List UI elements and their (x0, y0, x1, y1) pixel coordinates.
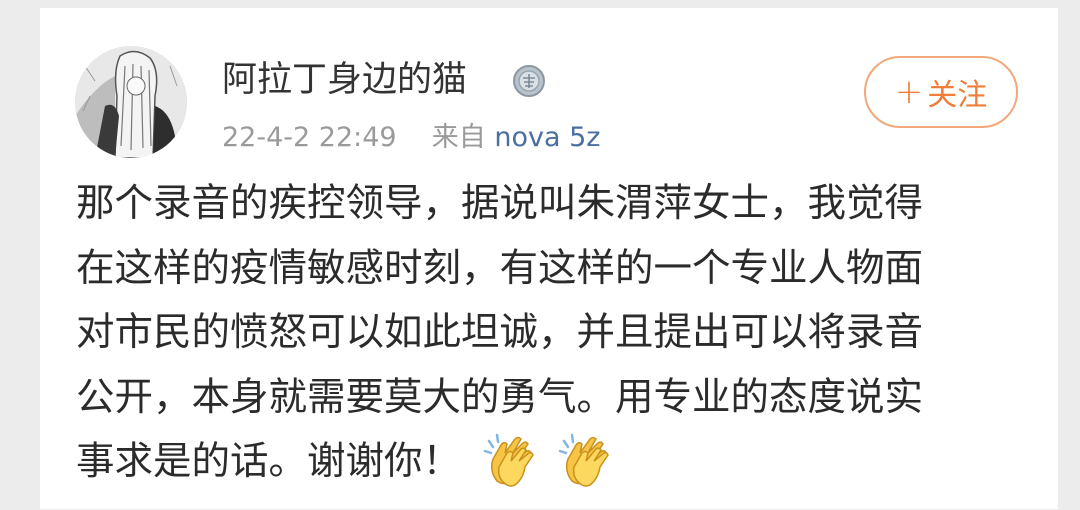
clapping-hands-icon (558, 431, 616, 489)
avatar-illustration-icon (75, 46, 187, 158)
post-text-line: 那个录音的疾控领导，据说叫朱渭萍女士，我觉得 (76, 181, 924, 226)
avatar[interactable] (75, 46, 187, 158)
source-prefix: 来自 (431, 122, 486, 153)
post-text-line: 公开，本身就需要莫大的勇气。用专业的态度说实 (76, 374, 924, 420)
clapping-hands-icon (483, 431, 541, 489)
post-meta: 22-4-2 22:49 来自 nova 5z (222, 120, 600, 156)
post-timestamp: 22-4-2 22:49 (222, 122, 397, 153)
post-text-line: 对市民的愤怒可以如此坦诚，并且提出可以将录音 (76, 310, 924, 355)
source-device-link[interactable]: nova 5z (494, 122, 600, 153)
post-text-line: 在这样的疫情敏感时刻，有这样的一个专业人物面 (76, 245, 924, 291)
emoji-row (483, 431, 619, 496)
medal-badge-icon (512, 64, 546, 98)
post-text: 那个录音的疾控领导，据说叫朱渭萍女士，我觉得 在这样的疫情敏感时刻，有这样的一个… (76, 172, 1026, 495)
weibo-post-card: 阿拉丁身边的猫 22-4-2 22:49 来自 nova 5z + 关注 那个录… (40, 8, 1058, 509)
follow-label: 关注 (927, 78, 988, 113)
post-text-line-last: 事求是的话。谢谢你！ (76, 430, 1026, 495)
plus-icon: + (894, 72, 924, 112)
author-name[interactable]: 阿拉丁身边的猫 (222, 58, 467, 102)
post-text-line: 事求是的话。谢谢你！ (76, 439, 462, 484)
follow-button[interactable]: + 关注 (864, 56, 1018, 128)
